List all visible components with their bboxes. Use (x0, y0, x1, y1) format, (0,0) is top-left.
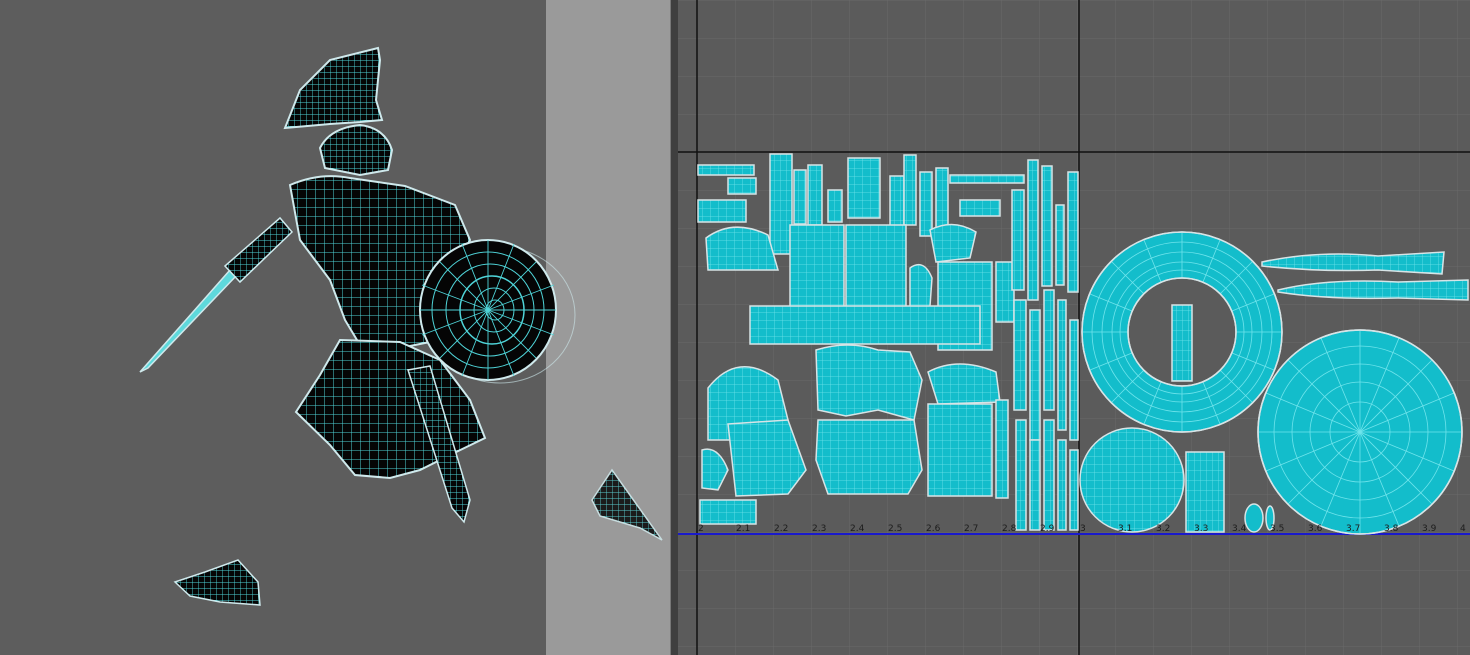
helmet-crest (283, 46, 384, 130)
uv-canvas: 2 2.1 2.2 2.3 2.4 2.5 2.6 2.7 2.8 2.9 3 … (678, 0, 1470, 655)
tick-label: 3.6 (1308, 524, 1323, 534)
tick-label: 3.9 (1422, 524, 1437, 534)
tick-label: 2 (698, 524, 704, 534)
uv-editor-viewport[interactable]: 2 2.1 2.2 2.3 2.4 2.5 2.6 2.7 2.8 2.9 3 … (678, 0, 1470, 655)
tick-label: 2.8 (1002, 524, 1017, 534)
tick-label: 3.1 (1118, 524, 1132, 534)
gladiator-model[interactable] (139, 46, 576, 524)
tick-label: 3.3 (1194, 524, 1208, 534)
tick-label: 3.4 (1232, 524, 1247, 534)
tick-label: 4 (1460, 524, 1466, 534)
uv-tick-labels: 2 2.1 2.2 2.3 2.4 2.5 2.6 2.7 2.8 2.9 3 … (698, 524, 1466, 534)
tick-label: 3 (1080, 524, 1086, 534)
tick-label: 2.2 (774, 524, 788, 534)
tick-label: 2.6 (926, 524, 941, 534)
helmet (318, 123, 394, 177)
tick-label: 3.5 (1270, 524, 1284, 534)
viewport-scene (139, 46, 663, 606)
tick-label: 3.8 (1384, 524, 1399, 534)
tick-label: 2.7 (964, 524, 978, 534)
tick-label: 3.7 (1346, 524, 1360, 534)
sandal-piece[interactable] (173, 559, 261, 606)
tick-label: 2.3 (812, 524, 826, 534)
shield (419, 239, 576, 384)
tick-label: 2.1 (736, 524, 750, 534)
floating-shell-fragment[interactable] (591, 468, 663, 541)
perspective-viewport[interactable] (0, 0, 670, 655)
spear (139, 268, 238, 373)
tick-label: 2.5 (888, 524, 902, 534)
uv-disc-shell (1257, 329, 1463, 535)
tick-label: 3.2 (1156, 524, 1170, 534)
tick-label: 2.9 (1040, 524, 1055, 534)
tick-label: 2.4 (850, 524, 865, 534)
